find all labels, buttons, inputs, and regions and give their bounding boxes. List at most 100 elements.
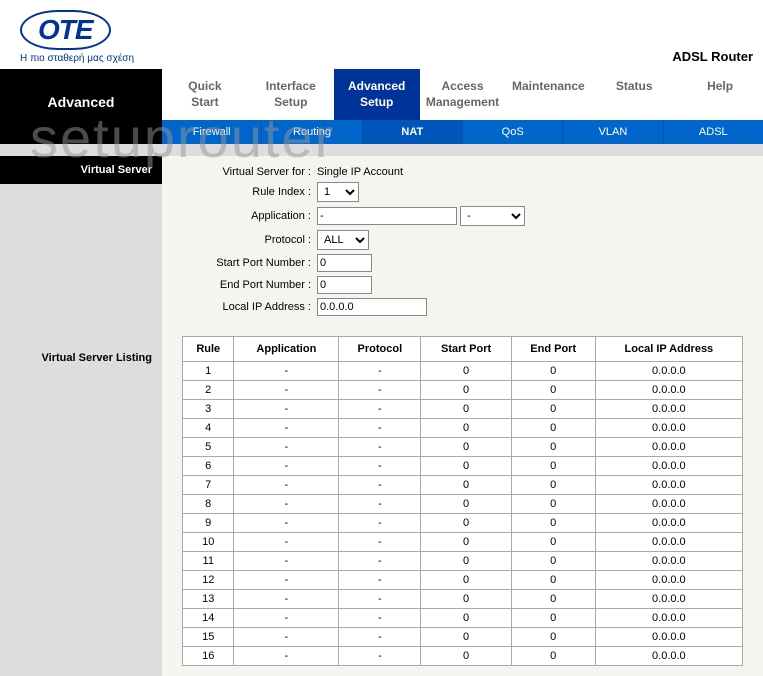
table-row[interactable]: 2--000.0.0.0 — [183, 381, 743, 400]
table-row[interactable]: 5--000.0.0.0 — [183, 438, 743, 457]
tab-advanced-setup[interactable]: Advanced Setup — [334, 69, 420, 120]
tab-access-management[interactable]: Access Management — [420, 69, 506, 120]
cell-ip: 0.0.0.0 — [595, 609, 742, 628]
table-row[interactable]: 11--000.0.0.0 — [183, 552, 743, 571]
cell-sp: 0 — [421, 438, 511, 457]
cell-proto: - — [339, 495, 421, 514]
tab-quick-start[interactable]: Quick Start — [162, 69, 248, 120]
cell-ep: 0 — [511, 362, 595, 381]
cell-ip: 0.0.0.0 — [595, 590, 742, 609]
cell-ep: 0 — [511, 609, 595, 628]
tab-status[interactable]: Status — [591, 69, 677, 120]
cell-ip: 0.0.0.0 — [595, 381, 742, 400]
table-row[interactable]: 8--000.0.0.0 — [183, 495, 743, 514]
tagline: Η πιο σταθερή μας σχέση — [20, 53, 134, 64]
table-row[interactable]: 7--000.0.0.0 — [183, 476, 743, 495]
cell-proto: - — [339, 514, 421, 533]
table-row[interactable]: 3--000.0.0.0 — [183, 400, 743, 419]
cell-ep: 0 — [511, 514, 595, 533]
cell-ep: 0 — [511, 438, 595, 457]
subtab-routing[interactable]: Routing — [262, 120, 362, 144]
section-virtual-server-listing: Virtual Server Listing — [0, 344, 162, 372]
cell-sp: 0 — [421, 647, 511, 666]
cell-ep: 0 — [511, 476, 595, 495]
cell-sp: 0 — [421, 476, 511, 495]
input-start-port[interactable] — [317, 254, 372, 272]
table-row[interactable]: 6--000.0.0.0 — [183, 457, 743, 476]
cell-proto: - — [339, 438, 421, 457]
cell-ep: 0 — [511, 495, 595, 514]
cell-proto: - — [339, 590, 421, 609]
cell-app: - — [234, 400, 339, 419]
table-row[interactable]: 12--000.0.0.0 — [183, 571, 743, 590]
cell-sp: 0 — [421, 419, 511, 438]
select-protocol[interactable]: ALL — [317, 230, 369, 250]
cell-ep: 0 — [511, 400, 595, 419]
virtual-server-table: Rule Application Protocol Start Port End… — [182, 336, 743, 666]
input-application[interactable] — [317, 207, 457, 225]
label-local-ip: Local IP Address : — [182, 301, 317, 313]
section-virtual-server: Virtual Server — [0, 156, 162, 184]
cell-rule: 8 — [183, 495, 234, 514]
select-rule-index[interactable]: 1 — [317, 182, 359, 202]
tab-maintenance[interactable]: Maintenance — [505, 69, 591, 120]
cell-sp: 0 — [421, 628, 511, 647]
cell-ep: 0 — [511, 590, 595, 609]
table-row[interactable]: 16--000.0.0.0 — [183, 647, 743, 666]
subtab-qos[interactable]: QoS — [463, 120, 563, 144]
col-rule: Rule — [183, 337, 234, 362]
table-row[interactable]: 9--000.0.0.0 — [183, 514, 743, 533]
cell-rule: 10 — [183, 533, 234, 552]
cell-ep: 0 — [511, 647, 595, 666]
cell-sp: 0 — [421, 457, 511, 476]
cell-proto: - — [339, 362, 421, 381]
cell-rule: 4 — [183, 419, 234, 438]
select-application[interactable]: - — [460, 206, 525, 226]
cell-ip: 0.0.0.0 — [595, 647, 742, 666]
cell-proto: - — [339, 609, 421, 628]
product-name: ADSL Router — [672, 49, 753, 64]
subtab-adsl[interactable]: ADSL — [664, 120, 763, 144]
cell-ip: 0.0.0.0 — [595, 457, 742, 476]
cell-proto: - — [339, 571, 421, 590]
tab-interface-setup[interactable]: Interface Setup — [248, 69, 334, 120]
cell-app: - — [234, 647, 339, 666]
input-end-port[interactable] — [317, 276, 372, 294]
cell-sp: 0 — [421, 362, 511, 381]
subtab-nat[interactable]: NAT — [363, 120, 463, 144]
cell-proto: - — [339, 533, 421, 552]
subtab-vlan[interactable]: VLAN — [563, 120, 663, 144]
col-end-port: End Port — [511, 337, 595, 362]
cell-rule: 12 — [183, 571, 234, 590]
cell-ip: 0.0.0.0 — [595, 419, 742, 438]
table-row[interactable]: 10--000.0.0.0 — [183, 533, 743, 552]
cell-sp: 0 — [421, 571, 511, 590]
cell-rule: 6 — [183, 457, 234, 476]
cell-app: - — [234, 533, 339, 552]
cell-ip: 0.0.0.0 — [595, 438, 742, 457]
table-row[interactable]: 4--000.0.0.0 — [183, 419, 743, 438]
tab-help[interactable]: Help — [677, 69, 763, 120]
cell-sp: 0 — [421, 381, 511, 400]
table-row[interactable]: 13--000.0.0.0 — [183, 590, 743, 609]
table-row[interactable]: 14--000.0.0.0 — [183, 609, 743, 628]
cell-ip: 0.0.0.0 — [595, 362, 742, 381]
table-row[interactable]: 1--000.0.0.0 — [183, 362, 743, 381]
cell-rule: 15 — [183, 628, 234, 647]
cell-rule: 7 — [183, 476, 234, 495]
cell-app: - — [234, 514, 339, 533]
input-local-ip[interactable] — [317, 298, 427, 316]
cell-proto: - — [339, 419, 421, 438]
table-row[interactable]: 15--000.0.0.0 — [183, 628, 743, 647]
cell-ip: 0.0.0.0 — [595, 571, 742, 590]
label-application: Application : — [182, 210, 317, 222]
logo-text: OTE — [20, 10, 111, 50]
cell-ip: 0.0.0.0 — [595, 476, 742, 495]
cell-ep: 0 — [511, 457, 595, 476]
cell-rule: 16 — [183, 647, 234, 666]
cell-proto: - — [339, 400, 421, 419]
cell-rule: 1 — [183, 362, 234, 381]
subtab-firewall[interactable]: Firewall — [162, 120, 262, 144]
cell-ip: 0.0.0.0 — [595, 400, 742, 419]
cell-sp: 0 — [421, 533, 511, 552]
